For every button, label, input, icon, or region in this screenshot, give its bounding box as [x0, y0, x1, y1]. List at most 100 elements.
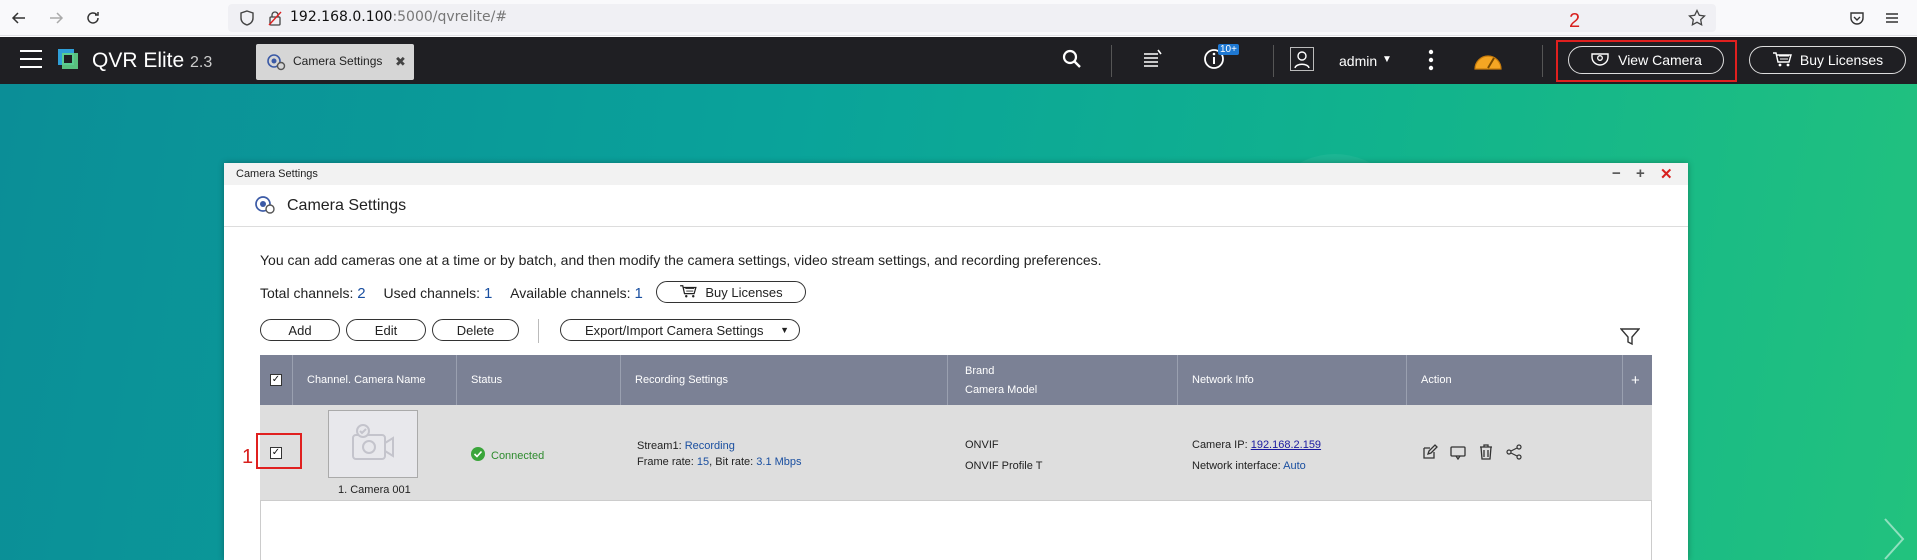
- trash-icon[interactable]: [1478, 444, 1494, 463]
- shield-icon[interactable]: [236, 7, 258, 29]
- app-header: QVR Elite 2.3 Camera Settings ✖ 10+ admi…: [0, 37, 1917, 84]
- close-icon[interactable]: ✕: [1660, 165, 1673, 183]
- buy-licenses-button[interactable]: Buy Licenses: [656, 281, 806, 303]
- column-brand-model[interactable]: Brand Camera Model: [948, 355, 1178, 405]
- search-icon[interactable]: [1062, 49, 1082, 72]
- user-name[interactable]: admin: [1339, 53, 1377, 69]
- select-all-cell[interactable]: ✓: [260, 355, 293, 405]
- camera-settings-window: Camera Settings − + ✕ Camera Settings Yo…: [224, 163, 1688, 560]
- stream-line: Stream1: Recording: [637, 440, 735, 452]
- event-stack-icon[interactable]: [1141, 48, 1163, 73]
- close-icon[interactable]: ✖: [395, 54, 406, 70]
- user-avatar-icon[interactable]: [1290, 47, 1314, 71]
- total-channels-label: Total channels:: [260, 285, 354, 301]
- header-divider: [1542, 45, 1543, 77]
- notification-badge: 10+: [1218, 44, 1239, 55]
- window-title: Camera Settings: [236, 168, 318, 180]
- minimize-icon[interactable]: −: [1612, 165, 1621, 182]
- export-import-label: Export/Import Camera Settings: [585, 322, 764, 338]
- used-channels-value: 1: [483, 285, 493, 302]
- camera-thumbnail[interactable]: [328, 410, 418, 478]
- model-value: ONVIF Profile T: [965, 460, 1043, 472]
- column-network-info[interactable]: Network Info: [1178, 355, 1407, 405]
- status-text: Connected: [491, 449, 545, 462]
- available-channels-label: Available channels:: [510, 285, 631, 301]
- chevron-down-icon[interactable]: ▼: [1382, 54, 1392, 65]
- surveillance-camera-icon: [1590, 52, 1610, 69]
- hamburger-menu-icon[interactable]: [20, 50, 42, 68]
- network-interface-line: Network interface: Auto: [1192, 460, 1306, 472]
- rate-line: Frame rate: 15, Bit rate: 3.1 Mbps: [637, 456, 802, 468]
- reload-icon[interactable]: [82, 7, 104, 29]
- filter-icon[interactable]: [1619, 328, 1641, 346]
- page-title: Camera Settings: [287, 197, 407, 214]
- buy-licenses-label: Buy Licenses: [705, 284, 783, 300]
- column-status[interactable]: Status: [457, 355, 621, 405]
- frame-rate-value: 15: [696, 456, 710, 468]
- view-camera-label: View Camera: [1618, 52, 1702, 68]
- camera-settings-icon: [254, 195, 276, 215]
- select-all-checkbox[interactable]: ✓: [270, 374, 282, 386]
- header-divider: [1111, 45, 1112, 77]
- add-column-button[interactable]: +: [1623, 355, 1652, 405]
- delete-button[interactable]: Delete: [432, 319, 519, 341]
- camera-placeholder-icon: [352, 424, 394, 460]
- export-import-dropdown[interactable]: Export/Import Camera Settings ▼: [560, 319, 800, 341]
- available-channels-value: 1: [634, 285, 643, 302]
- description-text: You can add cameras one at a time or by …: [260, 252, 1102, 268]
- annotation-number-1: 1: [242, 446, 254, 468]
- camera-ip-line: Camera IP: 192.168.2.159: [1192, 439, 1321, 451]
- back-icon[interactable]: [8, 7, 30, 29]
- channel-summary: Total channels: 2 Used channels: 1 Avail…: [260, 285, 643, 302]
- bit-rate-label: Bit rate:: [715, 456, 754, 468]
- table-row[interactable]: ✓ 1. Camera 001 Connected Stream1: Recor…: [260, 405, 1652, 501]
- buy-licenses-button[interactable]: Buy Licenses: [1749, 46, 1906, 74]
- window-heading-row: Camera Settings: [224, 185, 1688, 227]
- network-interface-value: Auto: [1283, 460, 1306, 472]
- chevron-right-icon[interactable]: [1880, 514, 1910, 560]
- pocket-icon[interactable]: [1846, 7, 1868, 29]
- buy-licenses-label: Buy Licenses: [1799, 52, 1884, 68]
- table-empty-area: [260, 501, 1652, 560]
- toolbar-divider: [538, 319, 539, 343]
- camera-ip-label: Camera IP:: [1192, 439, 1248, 451]
- app-name: QVR Elite: [92, 49, 185, 72]
- menu-icon[interactable]: [1881, 7, 1903, 29]
- camera-name: 1. Camera 001: [338, 484, 411, 496]
- monitor-icon[interactable]: [1450, 444, 1466, 463]
- column-channel[interactable]: Channel. Camera Name: [293, 355, 457, 405]
- url-text: 192.168.0.100:5000/qvrelite/#: [290, 9, 508, 25]
- camera-settings-icon: [266, 53, 286, 71]
- header-divider: [1273, 45, 1274, 77]
- bookmark-star-icon[interactable]: [1686, 7, 1708, 29]
- stream-value: Recording: [684, 440, 735, 452]
- app-version: 2.3: [190, 54, 213, 71]
- edit-icon[interactable]: [1422, 444, 1438, 463]
- edit-button[interactable]: Edit: [346, 319, 426, 341]
- column-brand: Brand: [965, 364, 995, 377]
- stream-label: Stream1:: [637, 440, 682, 452]
- column-recording-settings[interactable]: Recording Settings: [621, 355, 948, 405]
- qvr-logo-icon: [56, 47, 80, 71]
- tab-camera-settings[interactable]: Camera Settings ✖: [256, 44, 414, 80]
- forward-icon[interactable]: [45, 7, 67, 29]
- chevron-down-icon: ▼: [780, 325, 789, 335]
- maximize-icon[interactable]: +: [1636, 165, 1645, 182]
- tab-label: Camera Settings: [293, 54, 383, 68]
- brand-value: ONVIF: [965, 439, 999, 451]
- table-header: ✓ Channel. Camera Name Status Recording …: [260, 355, 1652, 405]
- share-icon[interactable]: [1506, 444, 1522, 463]
- performance-gauge-icon[interactable]: [1472, 47, 1504, 76]
- annotation-number-2: 2: [1569, 10, 1581, 32]
- browser-toolbar: 192.168.0.100:5000/qvrelite/#: [0, 0, 1917, 36]
- network-interface-label: Network interface:: [1192, 460, 1281, 472]
- insecure-lock-icon[interactable]: [264, 7, 286, 29]
- camera-ip-link[interactable]: 192.168.2.159: [1251, 439, 1321, 451]
- more-options-icon[interactable]: [1428, 49, 1434, 74]
- column-camera-model: Camera Model: [965, 383, 1038, 396]
- column-action: Action: [1407, 355, 1623, 405]
- add-button[interactable]: Add: [260, 319, 340, 341]
- bit-rate-value: 3.1 Mbps: [756, 456, 802, 468]
- view-camera-button[interactable]: View Camera: [1568, 46, 1724, 74]
- window-titlebar[interactable]: Camera Settings − + ✕: [224, 163, 1688, 185]
